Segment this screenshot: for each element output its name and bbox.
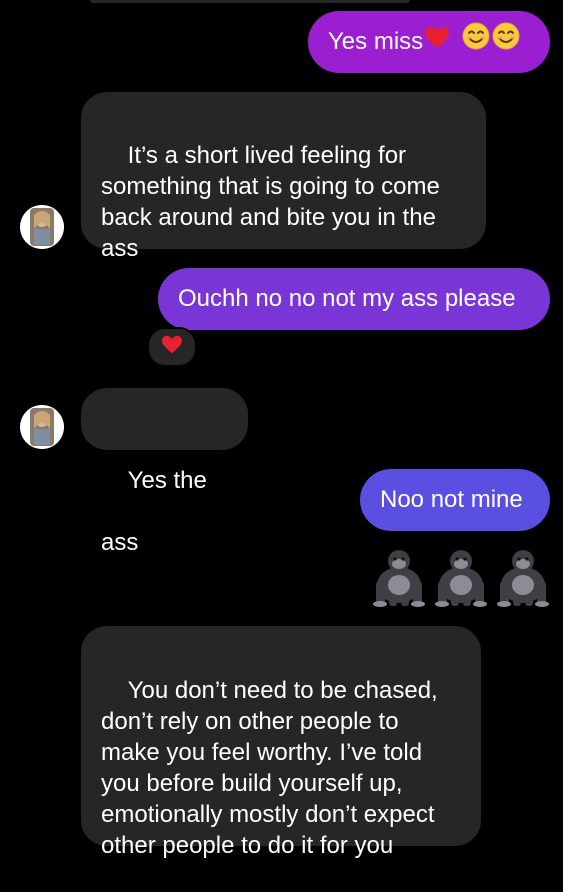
message-text: You don’t need to be chased, don’t rely …: [101, 677, 438, 859]
message-text: Yes miss: [328, 28, 424, 55]
red-heart-icon: [161, 335, 183, 360]
smiling-face-icon: [492, 12, 520, 74]
emoji-message[interactable]: [372, 547, 550, 609]
message-text: Noo not mine: [380, 486, 523, 513]
red-heart-icon: [424, 12, 450, 74]
message-bubble-outgoing[interactable]: Yes miss: [308, 11, 550, 73]
message-bubble-incoming[interactable]: Yes the ass: [81, 388, 248, 556]
contact-avatar[interactable]: [20, 405, 64, 449]
gorilla-icon: [434, 547, 488, 607]
message-bubble-outgoing[interactable]: Noo not mine: [360, 469, 550, 531]
message-text: Ouchh no no not my ass please: [178, 285, 516, 312]
gorilla-icon: [372, 547, 426, 607]
message-reaction[interactable]: [147, 327, 197, 367]
chat-thread: Yes miss It’s a short lived feeling for …: [0, 0, 563, 859]
gorilla-icon: [496, 547, 550, 607]
message-text: It’s a short lived feeling for something…: [101, 142, 440, 262]
message-text: Yes the ass: [101, 467, 214, 556]
smiling-face-icon: [462, 12, 490, 74]
previous-message-edge: [90, 0, 410, 3]
message-bubble-incoming[interactable]: It’s a short lived feeling for something…: [81, 92, 486, 262]
message-bubble-outgoing[interactable]: Ouchh no no not my ass please: [158, 268, 550, 330]
contact-avatar[interactable]: [20, 205, 64, 249]
message-bubble-incoming[interactable]: You don’t need to be chased, don’t rely …: [81, 626, 481, 859]
